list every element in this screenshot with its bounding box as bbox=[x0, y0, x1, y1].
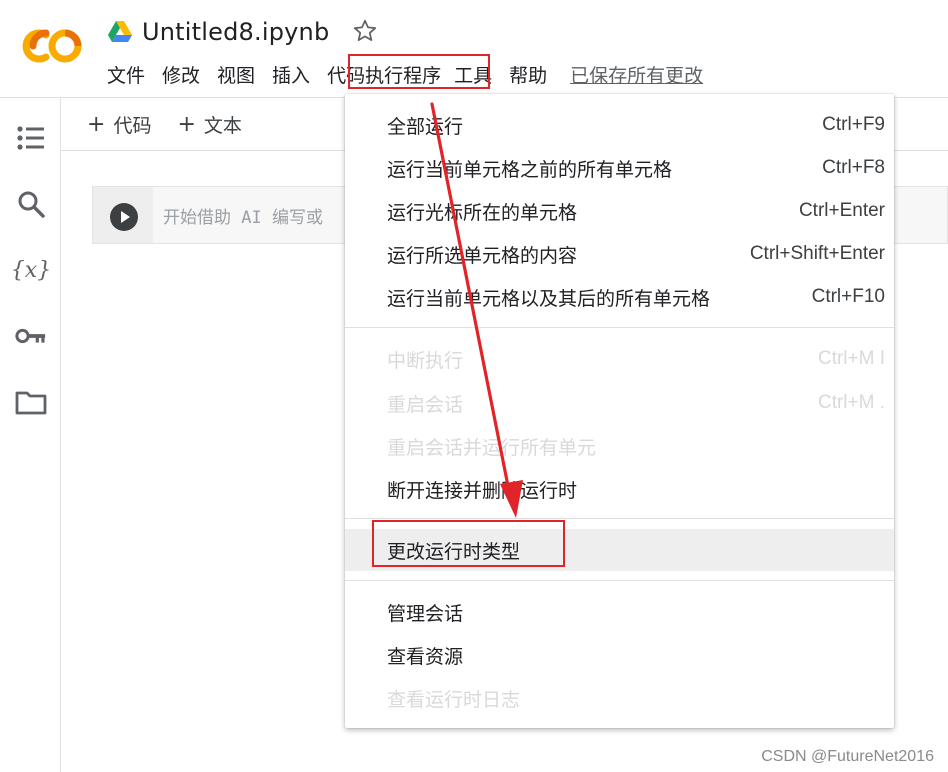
menu-item-disconnect-delete[interactable]: 断开连接并删除运行时 bbox=[345, 468, 894, 510]
runtime-menu-highlight-box bbox=[348, 54, 490, 89]
menu-item-label: 查看运行时日志 bbox=[387, 688, 521, 711]
menu-item-run-selection[interactable]: 运行所选单元格的内容 Ctrl+Shift+Enter bbox=[345, 233, 894, 275]
star-icon[interactable] bbox=[352, 18, 378, 44]
menu-item-shortcut: Ctrl+F10 bbox=[811, 286, 885, 307]
plus-icon: + bbox=[177, 111, 196, 137]
add-text-button[interactable]: + 文本 bbox=[177, 111, 241, 138]
menu-divider bbox=[345, 327, 894, 328]
notebook-title-row: Untitled8.ipynb bbox=[108, 16, 329, 48]
folder-icon[interactable] bbox=[15, 386, 47, 418]
menu-item-shortcut: Ctrl+F9 bbox=[822, 114, 885, 135]
toc-icon[interactable] bbox=[15, 122, 47, 154]
search-icon[interactable] bbox=[15, 188, 47, 220]
menu-item-label: 断开连接并删除运行时 bbox=[387, 479, 578, 502]
menu-item-label: 管理会话 bbox=[387, 602, 464, 625]
menu-item-shortcut: Ctrl+Enter bbox=[798, 200, 885, 221]
menu-item-restart-run-all: 重启会话并运行所有单元 bbox=[345, 425, 894, 467]
menu-divider bbox=[345, 518, 894, 519]
menu-item-run-all[interactable]: 全部运行 Ctrl+F9 bbox=[345, 104, 894, 146]
left-sidebar: {x} bbox=[0, 98, 61, 772]
menu-item-restart: 重启会话 Ctrl+M . bbox=[345, 382, 894, 424]
menu-item-label: 运行当前单元格之前的所有单元格 bbox=[387, 158, 673, 181]
menu-item-run-focused[interactable]: 运行光标所在的单元格 Ctrl+Enter bbox=[345, 190, 894, 232]
watermark: CSDN @FutureNet2016 bbox=[761, 748, 934, 765]
menu-item-shortcut: Ctrl+Shift+Enter bbox=[749, 243, 885, 264]
plus-icon: + bbox=[87, 111, 106, 137]
menu-item-shortcut: Ctrl+M I bbox=[817, 348, 885, 369]
menu-file[interactable]: 文件 bbox=[107, 61, 145, 88]
key-icon[interactable] bbox=[15, 320, 47, 352]
menu-item-run-after[interactable]: 运行当前单元格以及其后的所有单元格 Ctrl+F10 bbox=[345, 276, 894, 318]
menu-item-label: 中断执行 bbox=[387, 349, 464, 372]
menu-item-shortcut: Ctrl+F8 bbox=[822, 157, 885, 178]
run-cell-icon[interactable] bbox=[110, 203, 138, 231]
add-code-button[interactable]: + 代码 bbox=[87, 111, 151, 138]
colab-logo[interactable] bbox=[22, 26, 84, 66]
menu-item-shortcut: Ctrl+M . bbox=[817, 392, 885, 413]
runtime-dropdown-menu: 全部运行 Ctrl+F9 运行当前单元格之前的所有单元格 Ctrl+F8 运行光… bbox=[345, 94, 894, 728]
menu-help[interactable]: 帮助 bbox=[509, 61, 547, 88]
code-cell-input[interactable]: 开始借助 AI 编写或 bbox=[163, 203, 323, 228]
menu-insert[interactable]: 插入 bbox=[272, 61, 310, 88]
menu-item-label: 重启会话并运行所有单元 bbox=[387, 436, 597, 459]
menu-item-run-before[interactable]: 运行当前单元格之前的所有单元格 Ctrl+F8 bbox=[345, 147, 894, 189]
menu-view[interactable]: 视图 bbox=[217, 61, 255, 88]
add-text-label: 文本 bbox=[203, 114, 242, 137]
notebook-title[interactable]: Untitled8.ipynb bbox=[142, 18, 329, 46]
menu-item-label: 运行所选单元格的内容 bbox=[387, 244, 578, 267]
menu-item-label: 全部运行 bbox=[387, 115, 464, 138]
menu-item-view-runtime-logs: 查看运行时日志 bbox=[345, 677, 894, 719]
menu-divider bbox=[345, 580, 894, 581]
menu-item-label: 运行当前单元格以及其后的所有单元格 bbox=[387, 287, 711, 310]
menu-item-label: 运行光标所在的单元格 bbox=[387, 201, 578, 224]
menu-item-label: 查看资源 bbox=[387, 645, 464, 668]
menu-item-manage-sessions[interactable]: 管理会话 bbox=[345, 591, 894, 633]
variables-icon[interactable]: {x} bbox=[11, 254, 51, 286]
change-runtime-highlight-box bbox=[372, 520, 565, 567]
add-code-label: 代码 bbox=[113, 114, 152, 137]
saved-status-link[interactable]: 已保存所有更改 bbox=[570, 61, 703, 88]
menu-edit[interactable]: 修改 bbox=[162, 61, 200, 88]
menu-item-view-resources[interactable]: 查看资源 bbox=[345, 634, 894, 676]
menu-item-label: 重启会话 bbox=[387, 393, 464, 416]
google-drive-icon[interactable] bbox=[108, 21, 132, 43]
menu-item-interrupt: 中断执行 Ctrl+M I bbox=[345, 338, 894, 380]
